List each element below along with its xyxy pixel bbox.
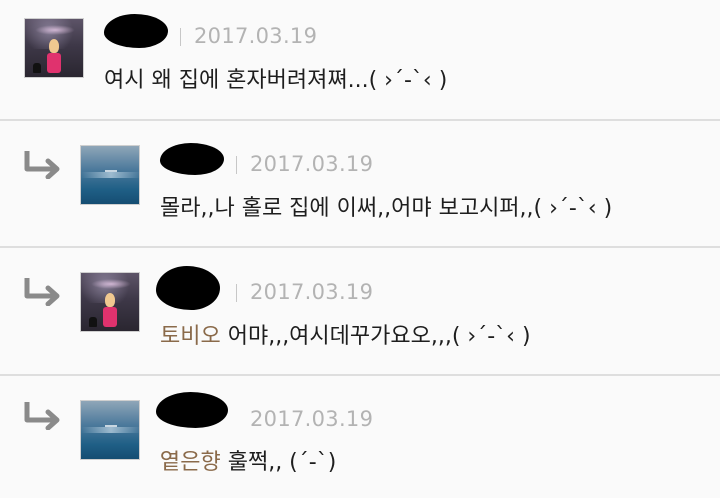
avatar-caption-mark <box>105 170 117 172</box>
avatar-cat <box>89 317 97 327</box>
avatar-figure-body <box>103 307 117 327</box>
comment-item: 2017.03.19 몰라,,나 홀로 집에 이써,,어먀 보고시퍼,,( ›´… <box>0 121 720 248</box>
comment-date: 2017.03.19 <box>194 24 318 48</box>
redacted-username[interactable] <box>156 392 228 428</box>
avatar-title-art <box>91 279 131 289</box>
comment-text: 토비오 어먀,,,여시데꾸가요오,,,( ›´-`‹ ) <box>160 318 531 350</box>
comment-date: 2017.03.19 <box>250 407 374 431</box>
avatar-figure-head <box>105 293 115 307</box>
avatar[interactable] <box>80 145 140 205</box>
name-date-separator <box>236 284 237 302</box>
mention-username[interactable]: 토비오 <box>160 324 221 349</box>
comment-item: 2017.03.19 토비오 어먀,,,여시데꾸가요오,,,( ›´-`‹ ) <box>0 248 720 376</box>
redacted-username[interactable] <box>104 14 168 48</box>
comment-date: 2017.03.19 <box>250 152 374 176</box>
avatar-water-shine <box>81 427 139 433</box>
comment-body: 여시 왜 집에 혼자버려져쪄...( ›´-`‹ ) <box>104 68 448 93</box>
avatar-figure-body <box>47 53 61 73</box>
comment-body: 몰라,,나 홀로 집에 이써,,어먀 보고시퍼,,( ›´-`‹ ) <box>160 196 613 221</box>
comment-text: 옅은향 훌쩍,, (´-`) <box>160 444 336 476</box>
reply-arrow-icon <box>24 151 60 179</box>
avatar[interactable] <box>80 272 140 332</box>
avatar[interactable] <box>24 18 84 78</box>
avatar-cat <box>33 63 41 73</box>
comment-body: 훌쩍,, (´-`) <box>220 450 337 475</box>
comment-body: 어먀,,,여시데꾸가요오,,,( ›´-`‹ ) <box>220 324 531 349</box>
name-date-separator <box>180 28 181 46</box>
avatar-title-art <box>35 25 75 35</box>
reply-arrow-icon <box>24 278 60 306</box>
comment-text: 몰라,,나 홀로 집에 이써,,어먀 보고시퍼,,( ›´-`‹ ) <box>160 190 612 222</box>
redacted-username[interactable] <box>160 143 224 175</box>
comment-item: 2017.03.19 여시 왜 집에 혼자버려져쪄...( ›´-`‹ ) <box>0 0 720 121</box>
reply-arrow-icon <box>24 402 60 430</box>
avatar-figure-head <box>49 39 59 53</box>
avatar-water-shine <box>81 172 139 178</box>
avatar-caption-mark <box>105 425 117 427</box>
comment-date: 2017.03.19 <box>250 280 374 304</box>
comment-item: 2017.03.19 옅은향 훌쩍,, (´-`) <box>0 376 720 498</box>
comment-text: 여시 왜 집에 혼자버려져쪄...( ›´-`‹ ) <box>104 62 447 94</box>
name-date-separator <box>236 156 237 174</box>
avatar[interactable] <box>80 400 140 460</box>
mention-username[interactable]: 옅은향 <box>160 450 221 475</box>
redacted-username[interactable] <box>156 266 220 310</box>
